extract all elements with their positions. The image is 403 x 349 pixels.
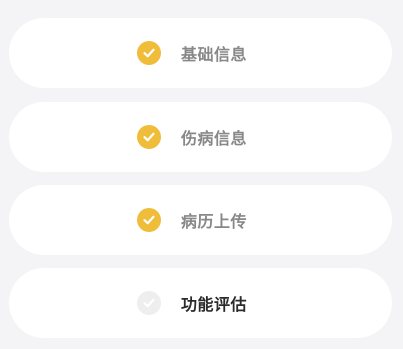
- step-card-medical-record-upload[interactable]: 病历上传: [9, 185, 392, 255]
- step-card-basic-info[interactable]: 基础信息: [9, 18, 392, 88]
- step-label: 基础信息: [181, 45, 248, 64]
- step-label: 病历上传: [181, 212, 248, 231]
- step-content: 功能评估: [137, 291, 247, 315]
- step-content: 病历上传: [137, 208, 247, 232]
- check-circle-icon: [137, 41, 161, 65]
- check-circle-icon: [137, 125, 161, 149]
- step-content: 基础信息: [137, 41, 247, 65]
- check-circle-icon: [137, 208, 161, 232]
- step-list: 基础信息 伤病信息 病历上传 功能评估: [0, 0, 403, 349]
- step-label: 伤病信息: [181, 129, 248, 148]
- step-content: 伤病信息: [137, 125, 247, 149]
- step-card-function-assessment[interactable]: 功能评估: [9, 268, 392, 338]
- step-label: 功能评估: [181, 295, 248, 314]
- step-card-injury-info[interactable]: 伤病信息: [9, 102, 392, 172]
- check-circle-icon: [137, 291, 161, 315]
